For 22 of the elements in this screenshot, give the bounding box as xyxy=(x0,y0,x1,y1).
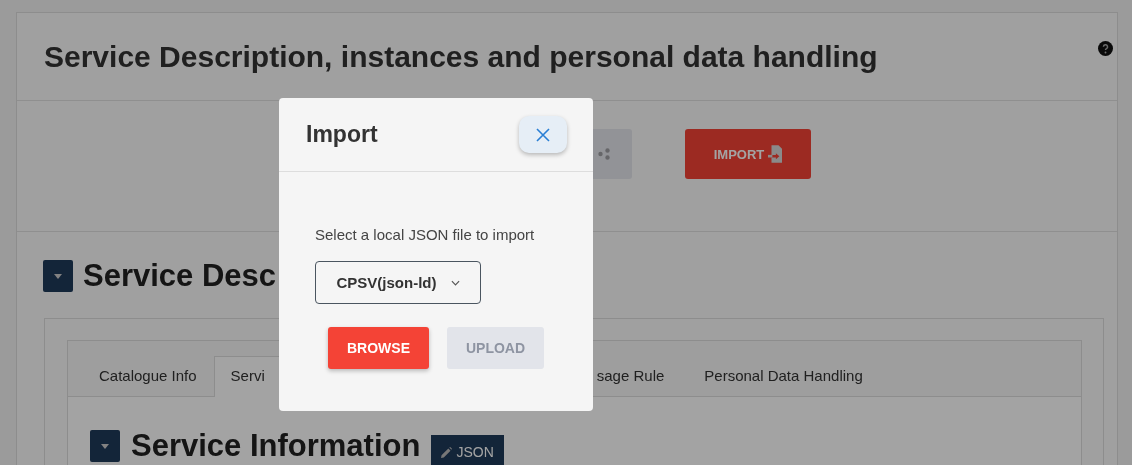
close-button[interactable] xyxy=(519,116,567,153)
file-import-icon xyxy=(768,145,783,163)
format-select[interactable]: CPSV(json-ld) xyxy=(315,261,481,304)
dialog-title: Import xyxy=(306,121,378,148)
section-title: Service Information xyxy=(131,428,421,464)
caret-icon xyxy=(100,441,110,451)
collapse-toggle[interactable] xyxy=(90,430,120,462)
tab[interactable]: Catalogue Info xyxy=(82,356,214,396)
caret-icon xyxy=(53,271,63,281)
edit-json-button[interactable]: JSON xyxy=(431,435,504,465)
dialog-message: Select a local JSON file to import xyxy=(315,226,535,243)
tab[interactable]: Personal Data Handling xyxy=(687,356,880,396)
tab[interactable]: sage Rule xyxy=(593,356,682,396)
pencil-icon xyxy=(441,446,453,458)
section-title: Service Desc xyxy=(83,258,277,294)
close-icon xyxy=(536,127,550,142)
chevron-down-icon xyxy=(450,279,460,286)
collapse-toggle[interactable] xyxy=(43,260,73,292)
browse-button[interactable]: BROWSE xyxy=(328,327,429,369)
page-title: Service Description, instances and personal data handling xyxy=(44,39,878,74)
help-icon[interactable] xyxy=(1098,41,1113,56)
share-icon xyxy=(596,147,611,161)
